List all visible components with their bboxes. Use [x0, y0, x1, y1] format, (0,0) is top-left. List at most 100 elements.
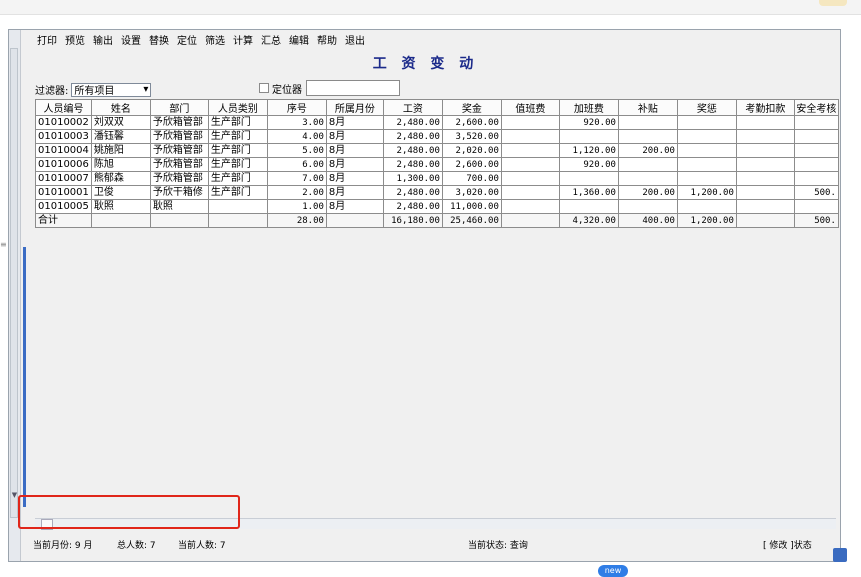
table-cell[interactable]: 予欣箱管部 [149, 129, 209, 144]
table-cell[interactable]: 生产部门 [207, 171, 268, 186]
table-cell[interactable] [735, 157, 795, 172]
menu-preview[interactable]: 预览 [61, 34, 89, 50]
table-cell[interactable] [735, 185, 795, 200]
col-header-safety-check[interactable]: 安全考核 [793, 99, 839, 116]
table-row[interactable]: 01010006 陈旭 予欣箱管部 生产部门 6.00 8月 2,480.00 2,600.0… [35, 157, 839, 172]
table-cell[interactable] [793, 129, 839, 144]
table-cell[interactable]: 8月 [325, 157, 384, 172]
table-cell[interactable] [500, 171, 560, 186]
menu-help[interactable]: 帮助 [313, 34, 341, 50]
table-cell[interactable] [735, 171, 795, 186]
menu-calculate[interactable]: 计算 [229, 34, 257, 50]
table-cell[interactable]: 姚施阳 [90, 143, 151, 158]
table-cell[interactable]: 刘双双 [90, 115, 151, 130]
table-cell[interactable]: 8月 [325, 115, 384, 130]
table-cell[interactable]: 8月 [325, 185, 384, 200]
col-header-month[interactable]: 所属月份 [325, 99, 384, 116]
table-cell[interactable] [558, 199, 619, 214]
filter-select[interactable]: 所有项目 ▾ [71, 82, 152, 97]
col-header-category[interactable]: 人员类别 [207, 99, 268, 116]
menu-summary[interactable]: 汇总 [257, 34, 285, 50]
table-cell[interactable]: 1,360.00 [558, 185, 619, 200]
table-cell[interactable]: 1,120.00 [558, 143, 619, 158]
col-header-name[interactable]: 姓名 [90, 99, 151, 116]
table-cell[interactable]: 01010003 [35, 129, 92, 144]
table-cell[interactable]: 予欣箱管部 [149, 171, 209, 186]
col-header-allowance[interactable]: 补贴 [617, 99, 678, 116]
table-cell[interactable] [207, 213, 268, 228]
table-cell[interactable] [735, 115, 795, 130]
table-cell[interactable]: 予欣箱管部 [149, 115, 209, 130]
table-cell[interactable] [793, 143, 839, 158]
col-header-wage[interactable]: 工资 [382, 99, 443, 116]
table-cell[interactable] [500, 157, 560, 172]
table-cell[interactable]: 3.00 [266, 115, 327, 130]
col-header-emp-id[interactable]: 人员编号 [35, 99, 92, 116]
table-cell[interactable]: 4.00 [266, 129, 327, 144]
col-header-attendance-deduction[interactable]: 考勤扣款 [735, 99, 795, 116]
table-cell[interactable]: 生产部门 [207, 143, 268, 158]
table-cell[interactable]: 2,480.00 [382, 157, 443, 172]
table-cell[interactable]: 4,320.00 [558, 213, 619, 228]
table-cell[interactable]: 2,600.00 [441, 157, 502, 172]
table-cell[interactable]: 1,200.00 [676, 185, 737, 200]
table-cell[interactable]: 01010006 [35, 157, 92, 172]
table-cell[interactable]: 予欣箱管部 [149, 143, 209, 158]
table-cell[interactable] [676, 171, 737, 186]
table-cell[interactable] [793, 199, 839, 214]
table-cell[interactable]: 潘钰馨 [90, 129, 151, 144]
table-cell[interactable] [500, 213, 560, 228]
table-cell[interactable]: 予欣干箱修 [149, 185, 209, 200]
menu-filter[interactable]: 筛选 [201, 34, 229, 50]
table-total-row[interactable]: 合计 28.00 16,180.00 25,460.00 4,320.00 400.00 1… [35, 213, 839, 228]
table-cell[interactable]: 01010005 [35, 199, 92, 214]
table-cell[interactable]: 2,020.00 [441, 143, 502, 158]
table-cell[interactable]: 生产部门 [207, 129, 268, 144]
menu-settings[interactable]: 设置 [117, 34, 145, 50]
table-cell[interactable] [500, 143, 560, 158]
table-cell[interactable]: 920.00 [558, 157, 619, 172]
table-cell[interactable] [793, 115, 839, 130]
table-cell[interactable]: 11,000.00 [441, 199, 502, 214]
table-cell[interactable]: 28.00 [266, 213, 327, 228]
table-cell[interactable] [793, 157, 839, 172]
table-cell[interactable]: 生产部门 [207, 185, 268, 200]
menu-export[interactable]: 输出 [89, 34, 117, 50]
table-cell[interactable]: 2,480.00 [382, 143, 443, 158]
table-cell[interactable]: 200.00 [617, 143, 678, 158]
table-cell[interactable] [617, 171, 678, 186]
table-cell[interactable] [676, 129, 737, 144]
table-cell[interactable] [500, 199, 560, 214]
table-row[interactable]: 01010007 熊郁森 予欣箱管部 生产部门 7.00 8月 1,300.00 700.00 [35, 171, 839, 186]
table-cell[interactable]: 2,600.00 [441, 115, 502, 130]
table-cell[interactable] [676, 143, 737, 158]
col-header-duty-fee[interactable]: 值班费 [500, 99, 560, 116]
table-cell[interactable]: 8月 [325, 143, 384, 158]
table-row[interactable]: 01010001 卫俊 予欣干箱修 生产部门 2.00 8月 2,480.00 3,020.0… [35, 185, 839, 200]
table-cell[interactable]: 01010004 [35, 143, 92, 158]
table-cell[interactable]: 700.00 [441, 171, 502, 186]
table-cell[interactable]: 3,020.00 [441, 185, 502, 200]
table-cell[interactable]: 200.00 [617, 185, 678, 200]
table-cell[interactable]: 陈旭 [90, 157, 151, 172]
table-cell[interactable]: 合计 [35, 213, 92, 228]
table-cell[interactable] [676, 199, 737, 214]
table-cell[interactable] [735, 199, 795, 214]
table-cell[interactable]: 16,180.00 [382, 213, 443, 228]
table-cell[interactable]: 5.00 [266, 143, 327, 158]
table-cell[interactable] [793, 171, 839, 186]
table-cell[interactable]: 01010002 [35, 115, 92, 130]
table-cell[interactable] [617, 157, 678, 172]
col-header-reward[interactable]: 奖惩 [676, 99, 737, 116]
table-cell[interactable] [617, 199, 678, 214]
table-cell[interactable]: 8月 [325, 171, 384, 186]
table-cell[interactable] [558, 129, 619, 144]
locator-input[interactable] [306, 80, 400, 96]
table-cell[interactable] [149, 213, 209, 228]
locator-checkbox[interactable] [259, 83, 269, 93]
col-header-bonus[interactable]: 奖金 [441, 99, 502, 116]
table-cell[interactable]: 01010001 [35, 185, 92, 200]
table-cell[interactable]: 2,480.00 [382, 129, 443, 144]
table-cell[interactable]: 920.00 [558, 115, 619, 130]
col-header-seq[interactable]: 序号 [266, 99, 327, 116]
